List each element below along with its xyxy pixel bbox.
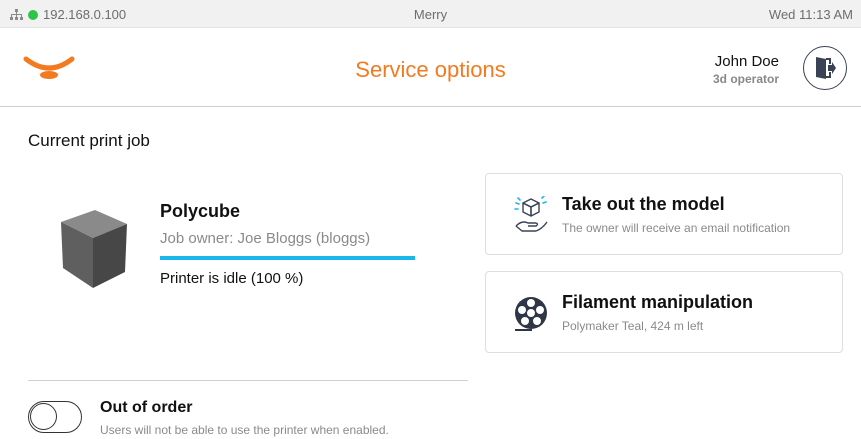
- user-name: John Doe: [714, 53, 779, 70]
- job-progress-bar: [160, 256, 415, 260]
- printer-name: Merry: [413, 7, 448, 22]
- status-bar: 192.168.0.100 Merry Wed 11:13 AM: [0, 0, 861, 28]
- user-role: 3d operator: [712, 72, 779, 86]
- out-of-order-title: Out of order: [100, 399, 193, 416]
- section-divider: [28, 380, 468, 381]
- toggle-knob: [30, 403, 57, 430]
- logout-icon: [816, 57, 836, 79]
- filament-spool-icon: [515, 297, 547, 331]
- job-progress-fill: [160, 256, 415, 260]
- job-name: Polycube: [160, 201, 241, 221]
- model-preview-cube: [61, 210, 127, 288]
- out-of-order-subtitle: Users will not be able to use the printe…: [100, 423, 389, 437]
- hand-cube-icon: [514, 196, 548, 232]
- user-info: John Doe 3d operator: [713, 53, 779, 86]
- clock: Wed 11:13 AM: [768, 7, 853, 22]
- out-of-order-toggle[interactable]: [28, 401, 82, 433]
- job-owner: Job owner: Joe Bloggs (bloggs): [160, 230, 371, 247]
- filament-manipulation-title: Filament manipulation: [562, 292, 754, 312]
- app-header: Service options John Doe 3d operator: [0, 29, 861, 107]
- logout-button[interactable]: [803, 46, 847, 90]
- filament-manipulation-subtitle: Polymaker Teal, 424 m left: [562, 319, 704, 333]
- take-out-model-title: Take out the model: [562, 194, 725, 214]
- take-out-model-subtitle: The owner will receive an email notifica…: [562, 221, 791, 235]
- printer-status: Printer is idle (100 %): [160, 270, 304, 287]
- section-title-current-job: Current print job: [28, 131, 150, 150]
- take-out-model-button[interactable]: Take out the model The owner will receiv…: [485, 173, 843, 255]
- filament-manipulation-button[interactable]: Filament manipulation Polymaker Teal, 42…: [485, 271, 843, 353]
